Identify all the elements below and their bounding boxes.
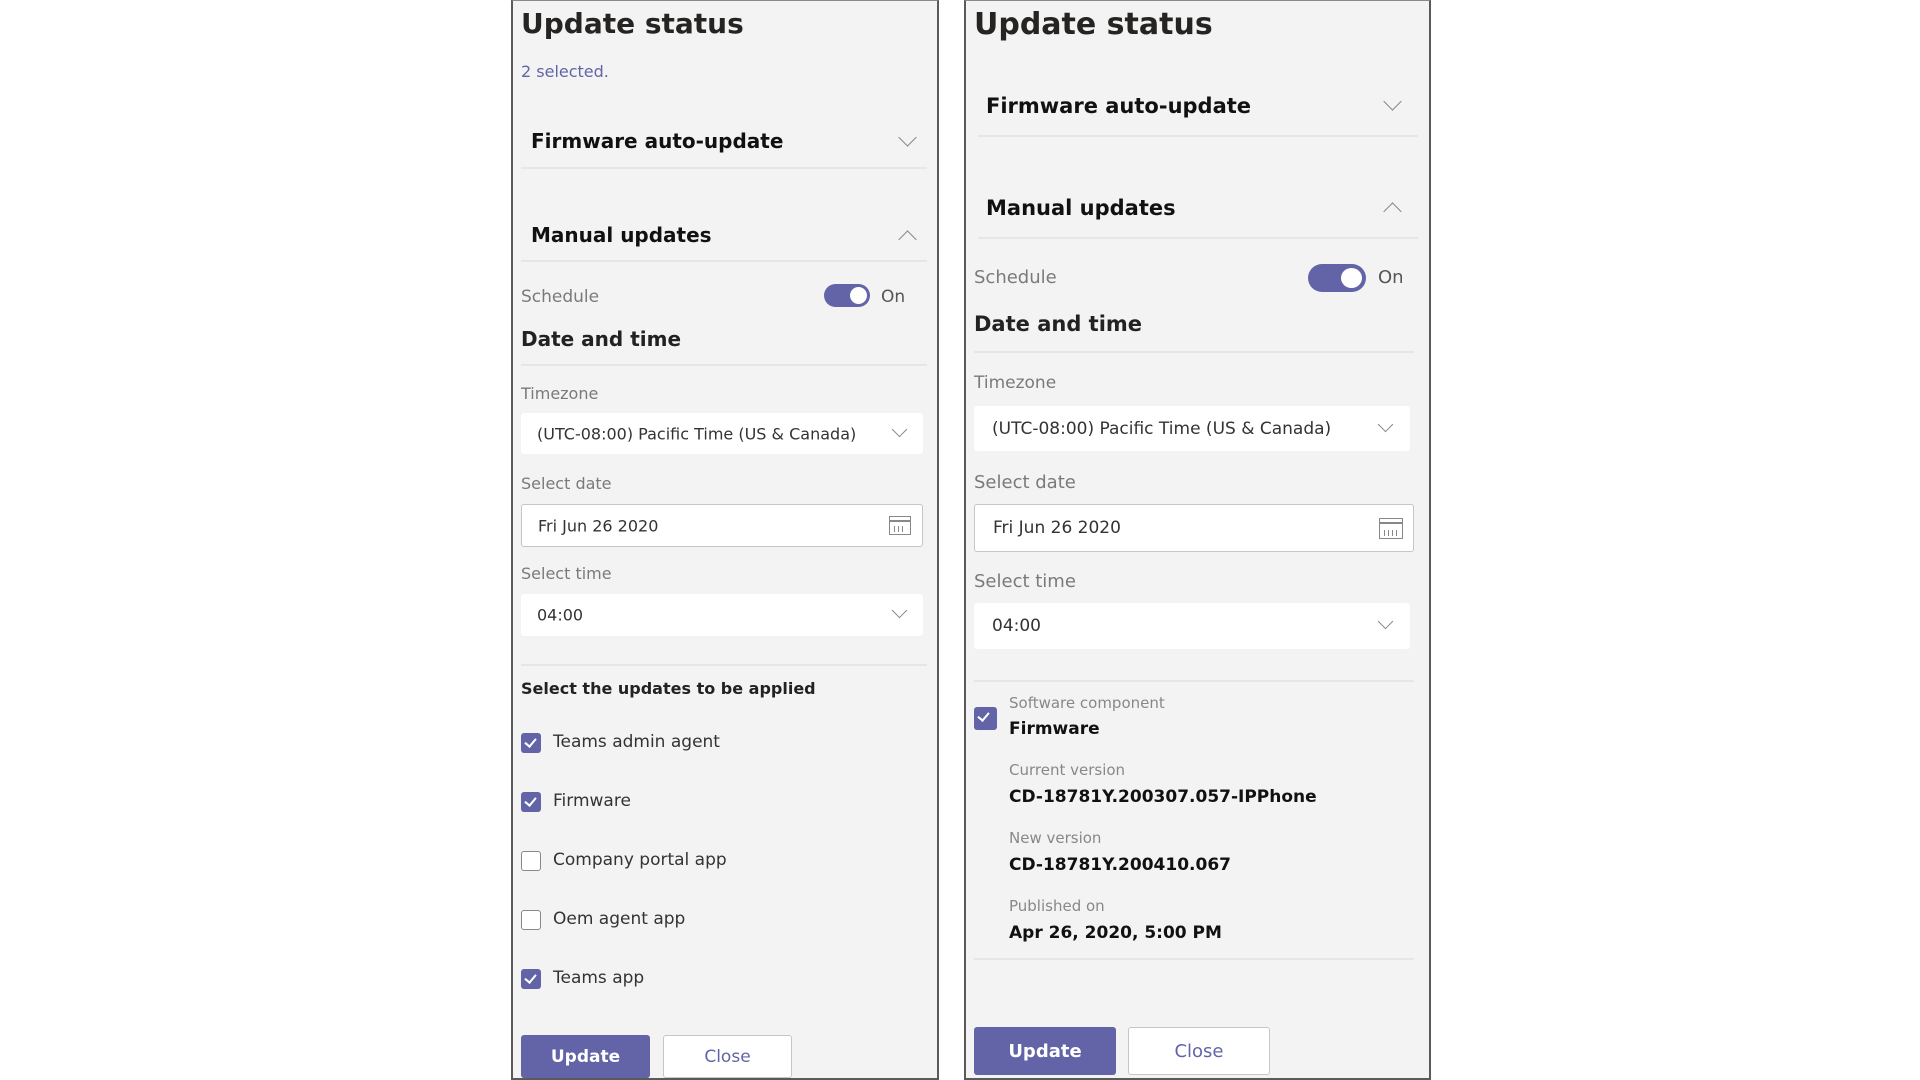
checkbox-unchecked[interactable] xyxy=(521,910,541,930)
divider xyxy=(974,958,1414,960)
date-time-heading: Date and time xyxy=(974,312,1143,336)
published-on-value: Apr 26, 2020, 5:00 PM xyxy=(1009,923,1222,943)
panel-title: Update status xyxy=(974,7,1213,42)
chevron-down-icon xyxy=(1377,613,1394,630)
schedule-state: On xyxy=(881,287,906,307)
new-version-label: New version xyxy=(1009,829,1102,847)
published-on-label: Published on xyxy=(1009,897,1105,915)
toggle-knob xyxy=(1341,268,1362,288)
current-version-label: Current version xyxy=(1009,761,1126,779)
close-button[interactable]: Close xyxy=(1128,1027,1270,1075)
divider xyxy=(978,237,1418,239)
updates-heading: Select the updates to be applied xyxy=(521,679,816,698)
software-component-value: Firmware xyxy=(1009,719,1100,739)
schedule-toggle[interactable] xyxy=(1308,264,1366,292)
option-label: Company portal app xyxy=(553,850,727,870)
timezone-value: (UTC-08:00) Pacific Time (US & Canada) xyxy=(537,424,857,443)
calendar-icon[interactable] xyxy=(1379,518,1403,539)
chevron-down-icon xyxy=(1383,92,1402,111)
update-status-panel-right: Update status Firmware auto-update Manua… xyxy=(964,0,1431,1080)
selected-count: 2 selected. xyxy=(521,62,609,81)
select-date-label: Select date xyxy=(974,472,1076,493)
select-date-label: Select date xyxy=(521,474,612,493)
time-value: 04:00 xyxy=(537,605,584,625)
select-time-label: Select time xyxy=(974,571,1076,592)
timezone-label: Timezone xyxy=(974,373,1057,393)
timezone-dropdown[interactable]: (UTC-08:00) Pacific Time (US & Canada) xyxy=(521,413,923,454)
divider xyxy=(978,135,1418,137)
divider xyxy=(974,680,1414,682)
divider xyxy=(521,260,927,262)
divider xyxy=(974,351,1414,353)
update-option-company-portal-app[interactable]: Company portal app xyxy=(521,849,821,873)
chevron-down-icon xyxy=(898,128,917,147)
chevron-down-icon xyxy=(891,421,908,438)
checkbox-checked[interactable] xyxy=(521,969,541,989)
date-input[interactable]: Fri Jun 26 2020 xyxy=(974,504,1414,552)
component-checkbox[interactable] xyxy=(974,707,997,730)
calendar-icon[interactable] xyxy=(889,516,911,535)
time-value: 04:00 xyxy=(992,616,1041,636)
current-version-value: CD-18781Y.200307.057-IPPhone xyxy=(1009,787,1317,807)
manual-updates-label: Manual updates xyxy=(531,223,712,247)
update-button[interactable]: Update xyxy=(974,1027,1116,1075)
software-component-label: Software component xyxy=(1009,694,1165,712)
checkbox-checked[interactable] xyxy=(521,733,541,753)
option-label: Teams admin agent xyxy=(553,732,720,752)
option-label: Oem agent app xyxy=(553,909,686,929)
new-version-value: CD-18781Y.200410.067 xyxy=(1009,855,1231,875)
panel-title: Update status xyxy=(521,7,744,40)
update-option-teams-admin-agent[interactable]: Teams admin agent xyxy=(521,731,821,755)
timezone-dropdown[interactable]: (UTC-08:00) Pacific Time (US & Canada) xyxy=(974,406,1410,451)
manual-updates-label: Manual updates xyxy=(986,196,1176,220)
date-value: Fri Jun 26 2020 xyxy=(538,516,659,535)
option-label: Firmware xyxy=(553,791,631,811)
date-value: Fri Jun 26 2020 xyxy=(993,518,1121,538)
option-label: Teams app xyxy=(553,968,645,988)
date-time-heading: Date and time xyxy=(521,327,682,351)
chevron-down-icon xyxy=(1377,416,1394,433)
update-option-oem-agent-app[interactable]: Oem agent app xyxy=(521,908,821,932)
manual-updates-section-header[interactable]: Manual updates xyxy=(972,185,1412,235)
chevron-up-icon xyxy=(1383,202,1402,221)
manual-updates-section-header[interactable]: Manual updates xyxy=(519,213,929,261)
schedule-label: Schedule xyxy=(974,267,1057,288)
checkbox-unchecked[interactable] xyxy=(521,851,541,871)
checkbox-checked[interactable] xyxy=(521,792,541,812)
select-time-label: Select time xyxy=(521,564,612,583)
date-input[interactable]: Fri Jun 26 2020 xyxy=(521,504,923,547)
divider xyxy=(521,167,927,169)
update-option-teams-app[interactable]: Teams app xyxy=(521,967,821,991)
schedule-state: On xyxy=(1378,267,1404,288)
update-status-panel-left: Update status 2 selected. Firmware auto-… xyxy=(511,0,939,1080)
update-button[interactable]: Update xyxy=(521,1035,650,1078)
schedule-label: Schedule xyxy=(521,287,600,307)
firmware-auto-update-section-header[interactable]: Firmware auto-update xyxy=(972,83,1412,133)
toggle-knob xyxy=(850,287,867,304)
chevron-down-icon xyxy=(891,602,908,619)
firmware-auto-update-label: Firmware auto-update xyxy=(531,129,784,153)
timezone-label: Timezone xyxy=(521,384,599,403)
divider xyxy=(521,664,927,666)
close-button[interactable]: Close xyxy=(663,1035,792,1078)
schedule-toggle[interactable] xyxy=(824,284,870,307)
divider xyxy=(521,364,927,366)
timezone-value: (UTC-08:00) Pacific Time (US & Canada) xyxy=(992,418,1332,439)
firmware-auto-update-label: Firmware auto-update xyxy=(986,94,1252,118)
time-dropdown[interactable]: 04:00 xyxy=(974,603,1410,649)
time-dropdown[interactable]: 04:00 xyxy=(521,594,923,636)
update-option-firmware[interactable]: Firmware xyxy=(521,790,821,814)
firmware-auto-update-section-header[interactable]: Firmware auto-update xyxy=(519,119,929,167)
chevron-up-icon xyxy=(898,230,917,249)
